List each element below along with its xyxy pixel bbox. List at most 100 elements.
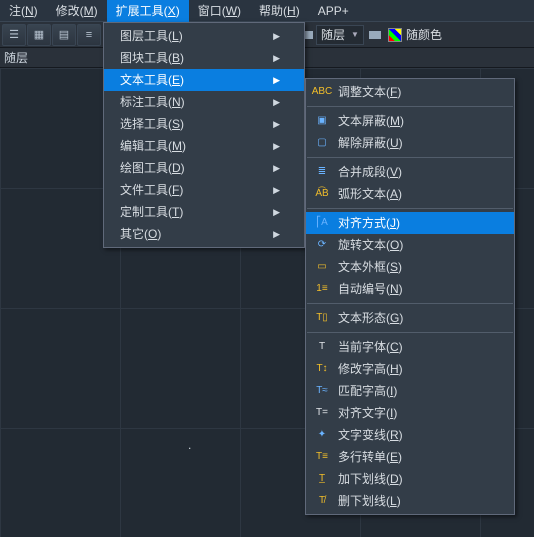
separator xyxy=(307,332,513,333)
arrow-right-icon: ▶ xyxy=(273,179,280,201)
layer-dropdown[interactable]: 随层 ▼ xyxy=(316,25,364,45)
match-height-icon: T≈ xyxy=(312,383,332,399)
submenu-label: 合并成段(V) xyxy=(338,161,492,183)
submenu-item-当前字体[interactable]: T 当前字体(C) xyxy=(306,336,514,358)
arrow-right-icon: ▶ xyxy=(273,201,280,223)
submenu-item-删下划线[interactable]: T̸ 删下划线(L) xyxy=(306,490,514,512)
separator xyxy=(307,303,513,304)
menu-item-选择工具[interactable]: 选择工具(S)▶ xyxy=(104,113,304,135)
color-dropdown-label: 随颜色 xyxy=(406,26,442,43)
submenu-item-多行转单[interactable]: T≡ 多行转单(E) xyxy=(306,446,514,468)
submenu-item-文本屏蔽[interactable]: ▣ 文本屏蔽(M) xyxy=(306,110,514,132)
menu-帮助[interactable]: 帮助(H) xyxy=(250,0,309,22)
extend-tools-menu: 图层工具(L)▶图块工具(B)▶文本工具(E)▶标注工具(N)▶选择工具(S)▶… xyxy=(103,22,305,248)
abc-icon: ABC xyxy=(312,84,332,100)
mask-icon: ▣ xyxy=(312,113,332,129)
tool-table-icon[interactable]: ▤ xyxy=(52,24,76,46)
submenu-item-弧形文本[interactable]: A͡B 弧形文本(A) xyxy=(306,183,514,205)
border-icon: ▭ xyxy=(312,259,332,275)
submenu-label: 加下划线(D) xyxy=(338,468,492,490)
submenu-label: 匹配字高(I) xyxy=(338,380,492,402)
submenu-label: 文本屏蔽(M) xyxy=(338,110,492,132)
color-swatch-icon xyxy=(388,28,402,42)
bar-icon xyxy=(369,31,381,39)
submenu-label: 多行转单(E) xyxy=(338,446,492,468)
menu-item-文件工具[interactable]: 文件工具(F)▶ xyxy=(104,179,304,201)
submenu-item-自动编号[interactable]: 1≡ 自动编号(N) xyxy=(306,278,514,300)
separator xyxy=(307,157,513,158)
tool-layers-icon[interactable]: ☰ xyxy=(2,24,26,46)
menu-item-图块工具[interactable]: 图块工具(B)▶ xyxy=(104,47,304,69)
arrow-right-icon: ▶ xyxy=(273,25,280,47)
unmask-icon: ▢ xyxy=(312,135,332,151)
arrow-right-icon: ▶ xyxy=(273,69,280,91)
tool-grid-icon[interactable]: ▦ xyxy=(27,24,51,46)
separator xyxy=(307,208,513,209)
submenu-item-旋转文本[interactable]: ⟳ 旋转文本(O) xyxy=(306,234,514,256)
tool-list-icon[interactable]: ≡ xyxy=(77,24,101,46)
separator xyxy=(307,106,513,107)
align-text-icon: T= xyxy=(312,405,332,421)
menu-item-定制工具[interactable]: 定制工具(T)▶ xyxy=(104,201,304,223)
menu-item-编辑工具[interactable]: 编辑工具(M)▶ xyxy=(104,135,304,157)
submenu-item-对齐方式[interactable]: ⎡A 对齐方式(J) xyxy=(306,212,514,234)
submenu-label: 对齐方式(J) xyxy=(338,212,492,234)
submenu-item-对齐文字[interactable]: T= 对齐文字(I) xyxy=(306,402,514,424)
menu-item-标注工具[interactable]: 标注工具(N)▶ xyxy=(104,91,304,113)
menu-窗口[interactable]: 窗口(W) xyxy=(189,0,250,22)
arrow-right-icon: ▶ xyxy=(273,113,280,135)
submenu-item-修改字高[interactable]: T↕ 修改字高(H) xyxy=(306,358,514,380)
arrow-right-icon: ▶ xyxy=(273,47,280,69)
submenu-item-文本形态[interactable]: T▯ 文本形态(G) xyxy=(306,307,514,329)
text-height-icon: T↕ xyxy=(312,361,332,377)
submenu-label: 对齐文字(I) xyxy=(338,402,492,424)
submenu-item-合并成段[interactable]: ≣ 合并成段(V) xyxy=(306,161,514,183)
merge-icon: ≣ xyxy=(312,164,332,180)
rotate-icon: ⟳ xyxy=(312,237,332,253)
submenu-label: 修改字高(H) xyxy=(338,358,492,380)
submenu-label: 弧形文本(A) xyxy=(338,183,492,205)
submenu-item-加下划线[interactable]: T̲ 加下划线(D) xyxy=(306,468,514,490)
color-dropdown[interactable]: 随颜色 xyxy=(384,25,446,45)
submenu-item-匹配字高[interactable]: T≈ 匹配字高(I) xyxy=(306,380,514,402)
underline-icon: T̲ xyxy=(312,471,332,487)
submenu-item-文本外框[interactable]: ▭ 文本外框(S) xyxy=(306,256,514,278)
submenu-label: 文本外框(S) xyxy=(338,256,492,278)
submenu-label: 调整文本(F) xyxy=(338,81,492,103)
submenu-label: 当前字体(C) xyxy=(338,336,492,358)
layer-dropdown-label: 随层 xyxy=(321,26,345,43)
submenu-item-调整文本[interactable]: ABC 调整文本(F) xyxy=(306,81,514,103)
multiline-icon: T≡ xyxy=(312,449,332,465)
text-to-line-icon: ✦ xyxy=(312,427,332,443)
menu-item-图层工具[interactable]: 图层工具(L)▶ xyxy=(104,25,304,47)
submenu-label: 解除屏蔽(U) xyxy=(338,132,492,154)
menu-item-文本工具[interactable]: 文本工具(E)▶ xyxy=(104,69,304,91)
arrow-right-icon: ▶ xyxy=(273,157,280,179)
text-tools-submenu: ABC 调整文本(F) ▣ 文本屏蔽(M) ▢ 解除屏蔽(U) ≣ 合并成段(V) A͡B 弧形文… xyxy=(305,78,515,515)
remove-underline-icon: T̸ xyxy=(312,493,332,509)
arrow-right-icon: ▶ xyxy=(273,91,280,113)
arrow-right-icon: ▶ xyxy=(273,135,280,157)
menu-item-其它[interactable]: 其它(O)▶ xyxy=(104,223,304,245)
menu-bar: 注(N)修改(M)扩展工具(X)窗口(W)帮助(H)APP+ xyxy=(0,0,534,22)
submenu-label: 旋转文本(O) xyxy=(338,234,492,256)
arrow-right-icon: ▶ xyxy=(273,223,280,245)
autonum-icon: 1≡ xyxy=(312,281,332,297)
menu-修改[interactable]: 修改(M) xyxy=(47,0,107,22)
arc-text-icon: A͡B xyxy=(312,186,332,202)
submenu-item-解除屏蔽[interactable]: ▢ 解除屏蔽(U) xyxy=(306,132,514,154)
menu-APP+[interactable]: APP+ xyxy=(309,0,358,22)
shape-icon: T▯ xyxy=(312,310,332,326)
submenu-label: 自动编号(N) xyxy=(338,278,492,300)
submenu-item-文字变线[interactable]: ✦文字变线(R) xyxy=(306,424,514,446)
layer-strip-label: 随层 xyxy=(4,49,28,66)
font-icon: T xyxy=(312,339,332,355)
cursor-dot: . xyxy=(188,438,191,452)
menu-item-绘图工具[interactable]: 绘图工具(D)▶ xyxy=(104,157,304,179)
submenu-label: 删下划线(L) xyxy=(338,490,492,512)
align-icon: ⎡A xyxy=(312,215,332,231)
submenu-label: 文本形态(G) xyxy=(338,307,492,329)
chevron-down-icon: ▼ xyxy=(351,30,359,39)
menu-扩展工具[interactable]: 扩展工具(X) xyxy=(107,0,189,22)
menu-注[interactable]: 注(N) xyxy=(0,0,47,22)
